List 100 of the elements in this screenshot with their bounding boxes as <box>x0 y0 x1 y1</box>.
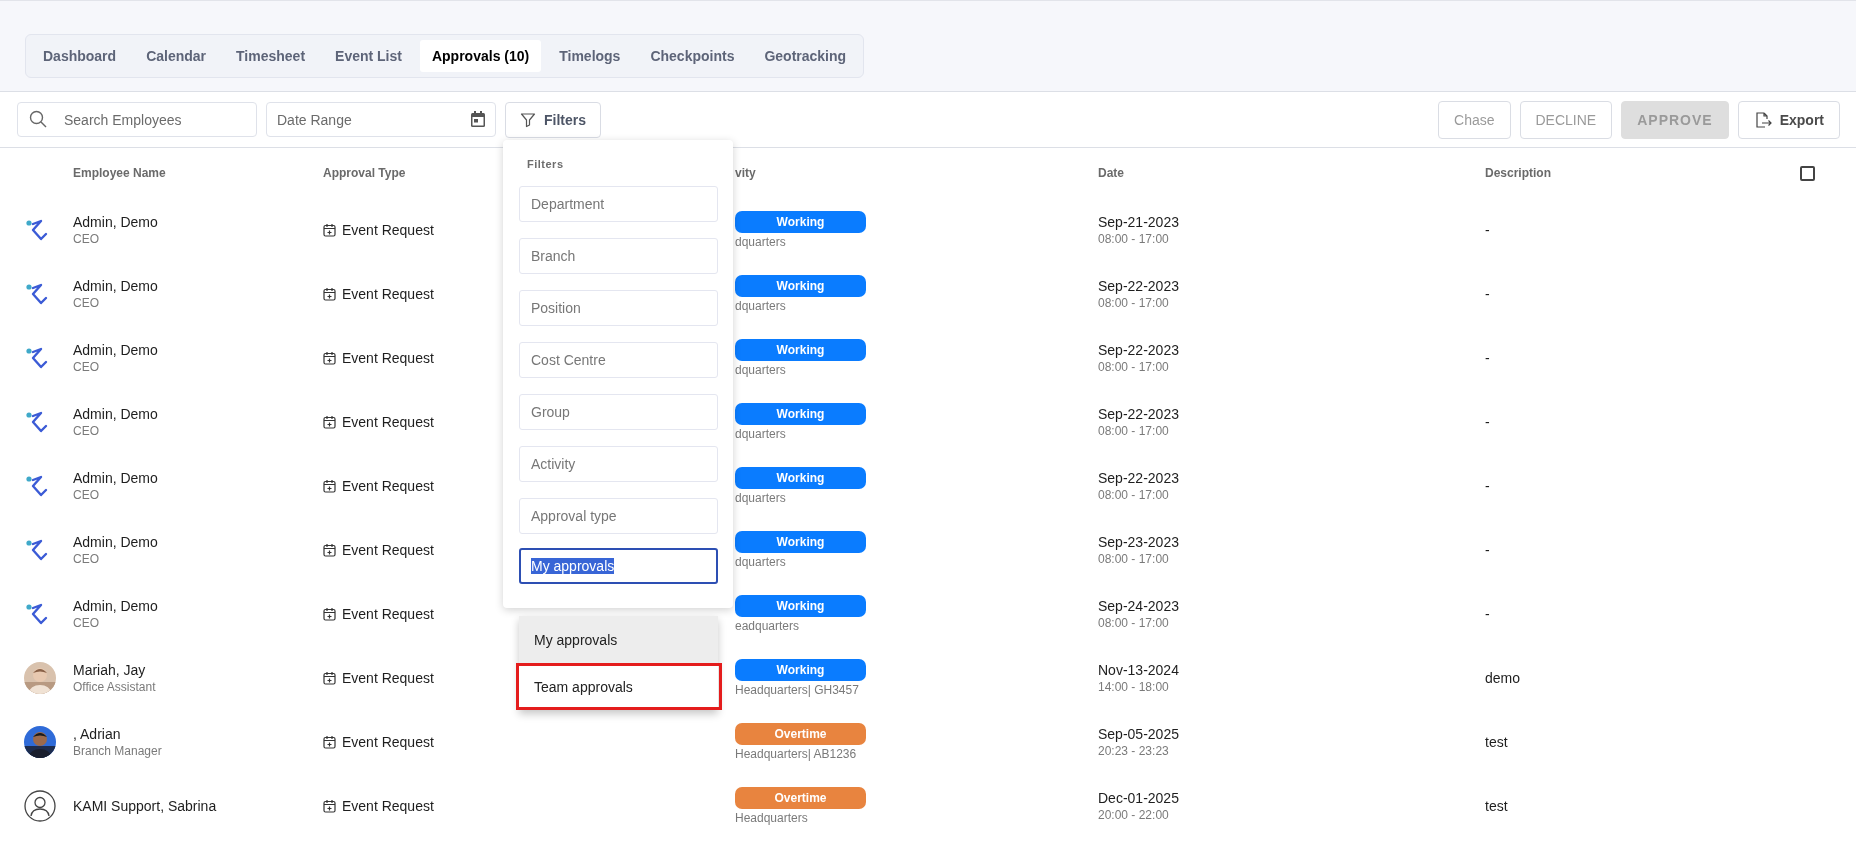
column-header: Employee Name <box>73 166 166 180</box>
logo-icon <box>24 281 50 307</box>
employee-role: CEO <box>73 616 99 630</box>
employee-name: Admin, Demo <box>73 278 158 294</box>
employee-name: Admin, Demo <box>73 342 158 358</box>
date-range-field[interactable]: Date Range <box>266 102 496 137</box>
time-range: 14:00 - 18:00 <box>1098 680 1169 694</box>
filters-button[interactable]: Filters <box>505 101 601 138</box>
location-text: Headquarters| GH3457 <box>735 683 859 697</box>
filter-field[interactable]: Department <box>519 186 718 222</box>
time-range: 20:00 - 22:00 <box>1098 808 1169 822</box>
location-text: dquarters <box>735 427 786 441</box>
time-range: 08:00 - 17:00 <box>1098 232 1169 246</box>
calendar-plus-icon <box>323 607 336 621</box>
time-range: 08:00 - 17:00 <box>1098 424 1169 438</box>
logo-icon <box>24 345 50 371</box>
description-text: - <box>1485 606 1491 622</box>
employee-role: CEO <box>73 424 99 438</box>
employee-role: Office Assistant <box>73 680 156 694</box>
description-text: - <box>1485 542 1491 558</box>
date-text: Nov-13-2024 <box>1098 662 1179 678</box>
time-range: 08:00 - 17:00 <box>1098 296 1169 310</box>
date-text: Sep-22-2023 <box>1098 342 1179 358</box>
menu-option[interactable]: My approvals <box>519 616 718 663</box>
filter-field[interactable]: Approval type <box>519 498 718 534</box>
calendar-plus-icon <box>323 799 336 813</box>
time-range: 08:00 - 17:00 <box>1098 616 1169 630</box>
activity-badge: Working <box>735 595 866 617</box>
activity-badge: Overtime <box>735 787 866 809</box>
file-export-icon <box>1753 110 1772 129</box>
activity-badge: Working <box>735 531 866 553</box>
date-text: Dec-01-2025 <box>1098 790 1179 806</box>
filter-field[interactable]: Activity <box>519 446 718 482</box>
select-all-checkbox[interactable] <box>1800 165 1815 181</box>
date-text: Sep-22-2023 <box>1098 406 1179 422</box>
location-text: dquarters <box>735 555 786 569</box>
description-text: test <box>1485 798 1509 814</box>
date-text: Sep-21-2023 <box>1098 214 1179 230</box>
activity-badge: Overtime <box>735 723 866 745</box>
activity-badge: Working <box>735 275 866 297</box>
filter-field[interactable]: Branch <box>519 238 718 274</box>
tab[interactable]: Timesheet <box>224 40 318 72</box>
time-range: 20:23 - 23:23 <box>1098 744 1169 758</box>
tab[interactable]: Event List <box>323 40 414 72</box>
location-text: dquarters <box>735 299 786 313</box>
employee-name: Admin, Demo <box>73 214 158 230</box>
activity-badge: Working <box>735 659 866 681</box>
activity-badge: Working <box>735 403 866 425</box>
employee-name: Admin, Demo <box>73 470 158 486</box>
activity-badge: Working <box>735 467 866 489</box>
calendar-plus-icon <box>323 351 336 365</box>
date-text: Sep-05-2025 <box>1098 726 1179 742</box>
filter-field[interactable]: Position <box>519 290 718 326</box>
tab[interactable]: Geotracking <box>752 40 859 72</box>
description-text: test <box>1485 734 1509 750</box>
tab[interactable]: Dashboard <box>31 40 129 72</box>
tab[interactable]: Approvals (10) <box>419 40 542 72</box>
description-text: - <box>1485 222 1491 238</box>
location-text: dquarters <box>735 235 786 249</box>
approval-type: Event Request <box>323 798 735 814</box>
column-header: Description <box>1485 166 1551 180</box>
search-field[interactable]: Search Employees <box>17 102 257 137</box>
activity-badge: Working <box>735 211 866 233</box>
location-text: dquarters <box>735 363 786 377</box>
description-text: - <box>1485 478 1491 494</box>
time-range: 08:00 - 17:00 <box>1098 488 1169 502</box>
date-text: Sep-22-2023 <box>1098 470 1179 486</box>
employee-name: KAMI Support, Sabrina <box>73 798 217 814</box>
calendar-plus-icon <box>323 479 336 493</box>
search-icon <box>29 110 47 128</box>
tab[interactable]: Timelogs <box>547 40 633 72</box>
filter-field[interactable]: Cost Centre <box>519 342 718 378</box>
employee-name: Admin, Demo <box>73 598 158 614</box>
tab[interactable]: Checkpoints <box>638 40 747 72</box>
calendar-plus-icon <box>323 671 336 685</box>
approvals-select[interactable]: My approvals <box>519 548 718 584</box>
date-text: Sep-24-2023 <box>1098 598 1179 614</box>
logo-icon <box>24 409 50 435</box>
column-header: Approval Type <box>323 166 406 180</box>
location-text: eadquarters <box>735 619 800 633</box>
employee-name: Admin, Demo <box>73 406 158 422</box>
employee-role: CEO <box>73 232 99 246</box>
employee-name: Admin, Demo <box>73 534 158 550</box>
activity-badge: Working <box>735 339 866 361</box>
column-header: vity <box>735 166 756 180</box>
time-range: 08:00 - 17:00 <box>1098 360 1169 374</box>
location-text: Headquarters <box>735 811 808 825</box>
calendar-plus-icon <box>323 223 336 237</box>
employee-name: Mariah, Jay <box>73 662 146 678</box>
approval-type: Event Request <box>323 734 735 750</box>
employee-role: Branch Manager <box>73 744 162 758</box>
date-text: Sep-23-2023 <box>1098 534 1179 550</box>
employee-role: CEO <box>73 360 99 374</box>
calendar-plus-icon <box>323 735 336 749</box>
description-text: - <box>1485 350 1491 366</box>
employee-role: CEO <box>73 552 99 566</box>
time-range: 08:00 - 17:00 <box>1098 552 1169 566</box>
tab[interactable]: Calendar <box>134 40 219 72</box>
export-button[interactable]: Export <box>1737 100 1840 139</box>
logo-icon <box>24 601 50 627</box>
